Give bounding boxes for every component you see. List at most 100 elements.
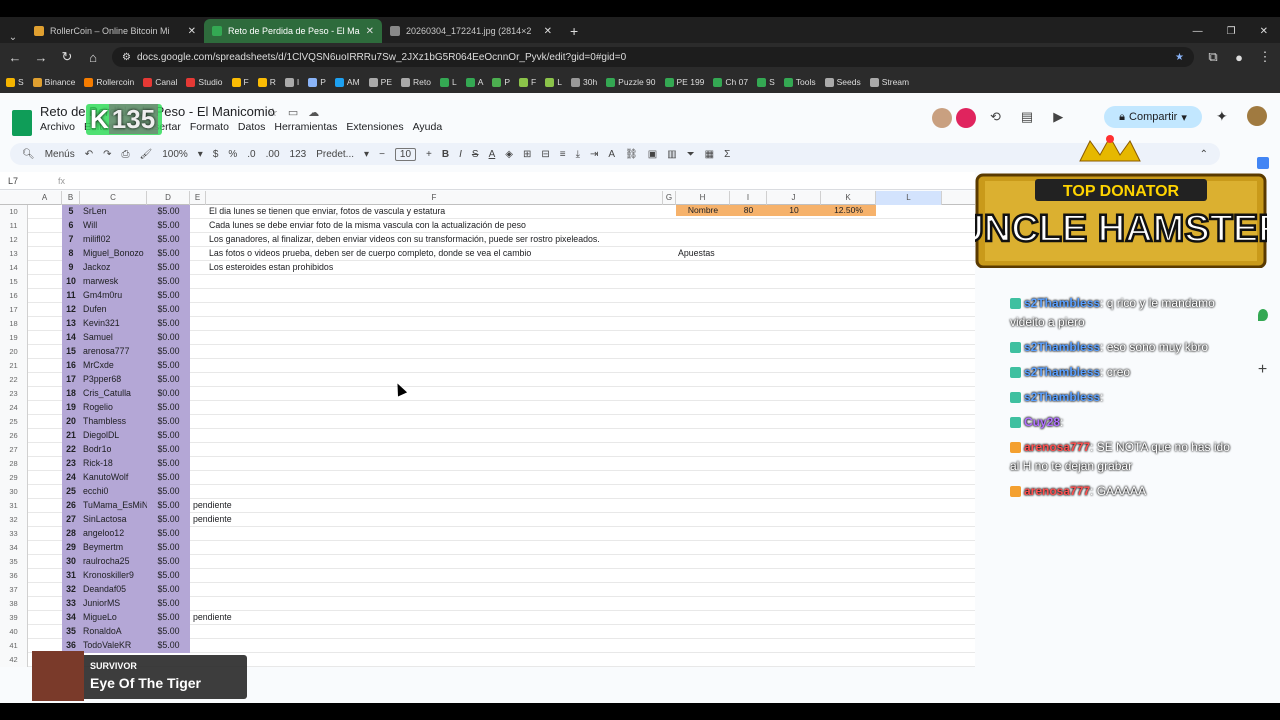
history-icon[interactable]: ⟲ (990, 109, 1001, 125)
participant-number[interactable]: 27 (62, 513, 80, 526)
collaborator-avatar[interactable] (932, 108, 952, 128)
status-cell[interactable]: pendiente (193, 611, 232, 624)
participant-name[interactable]: Cris_Catulla (80, 387, 147, 400)
participant-number[interactable]: 18 (62, 387, 80, 400)
bookmark-item[interactable]: AM (334, 77, 360, 87)
forward-icon[interactable]: → (34, 50, 48, 65)
column-header-J[interactable]: J (767, 191, 821, 205)
filter-views-icon[interactable]: ▦ (705, 149, 714, 160)
participant-amount[interactable]: $5.00 (147, 541, 190, 554)
menu-4[interactable]: Formato (190, 121, 229, 133)
add-addon-icon[interactable]: + (1256, 361, 1270, 379)
profile-icon[interactable]: ● (1232, 50, 1246, 65)
participant-amount[interactable]: $5.00 (147, 303, 190, 316)
participant-number[interactable]: 12 (62, 303, 80, 316)
participant-number[interactable]: 7 (62, 233, 80, 246)
participant-name[interactable]: DiegolDL (80, 429, 147, 442)
bookmark-item[interactable]: S (757, 77, 775, 87)
participant-amount[interactable]: $5.00 (147, 317, 190, 330)
participant-amount[interactable]: $5.00 (147, 429, 190, 442)
participant-number[interactable]: 6 (62, 219, 80, 232)
row-number[interactable]: 30 (0, 485, 28, 499)
participant-amount[interactable]: $0.00 (147, 331, 190, 344)
move-icon[interactable]: ▭ (288, 106, 298, 119)
percent-button[interactable]: % (228, 149, 237, 160)
close-icon[interactable]: ✕ (366, 26, 374, 37)
bold-icon[interactable]: B (442, 149, 449, 160)
menu-7[interactable]: Extensiones (346, 121, 403, 133)
bookmark-item[interactable]: Canal (143, 77, 177, 87)
functions-icon[interactable]: Σ (724, 149, 730, 160)
bookmark-item[interactable]: P (308, 77, 326, 87)
font-size-decrease-icon[interactable]: − (379, 149, 385, 160)
bookmark-item[interactable]: PE (368, 77, 392, 87)
participant-number[interactable]: 14 (62, 331, 80, 344)
menu-0[interactable]: Archivo (40, 121, 75, 133)
participant-name[interactable]: milifl02 (80, 233, 147, 246)
participant-number[interactable]: 21 (62, 429, 80, 442)
menu-icon[interactable]: ⋮ (1258, 49, 1272, 65)
valign-icon[interactable]: ⤓ (576, 149, 580, 160)
chevron-down-icon[interactable]: ▾ (1181, 111, 1187, 124)
window-close-icon[interactable]: ✕ (1248, 26, 1280, 43)
bookmark-item[interactable]: Rollercoin (84, 77, 134, 87)
row-number[interactable]: 22 (0, 373, 28, 387)
row-number[interactable]: 36 (0, 569, 28, 583)
participant-name[interactable]: Kevin321 (80, 317, 147, 330)
participant-name[interactable]: MigueLo (80, 611, 147, 624)
participant-name[interactable]: JuniorMS (80, 597, 147, 610)
row-number[interactable]: 16 (0, 289, 28, 303)
rule-cell[interactable]: Los ganadores, al finalizar, deben envia… (209, 233, 600, 246)
print-icon[interactable]: ⎙ (122, 149, 130, 160)
bookmark-star-icon[interactable]: ★ (1175, 52, 1184, 63)
bookmark-item[interactable]: Puzzle 90 (606, 77, 656, 87)
participant-amount[interactable]: $5.00 (147, 345, 190, 358)
participant-amount[interactable]: $0.00 (147, 387, 190, 400)
participant-number[interactable]: 17 (62, 373, 80, 386)
status-cell[interactable]: pendiente (193, 513, 232, 526)
row-number[interactable]: 26 (0, 429, 28, 443)
participant-number[interactable]: 11 (62, 289, 80, 302)
participant-amount[interactable]: $5.00 (147, 583, 190, 596)
participant-name[interactable]: raulrocha25 (80, 555, 147, 568)
participant-amount[interactable]: $5.00 (147, 499, 190, 512)
font-size-increase-icon[interactable]: + (426, 149, 432, 160)
bookmark-item[interactable]: P (492, 77, 510, 87)
participant-amount[interactable]: $5.00 (147, 275, 190, 288)
bookmark-item[interactable]: F (231, 77, 249, 87)
participant-name[interactable]: Deandaf05 (80, 583, 147, 596)
participant-name[interactable]: RonaldoA (80, 625, 147, 638)
tab-rollercoin[interactable]: RollerCoin – Online Bitcoin Mi ✕ (26, 19, 204, 43)
participant-number[interactable]: 30 (62, 555, 80, 568)
participant-amount[interactable]: $5.00 (147, 513, 190, 526)
participant-amount[interactable]: $5.00 (147, 247, 190, 260)
column-header-F[interactable]: F (206, 191, 663, 205)
participant-amount[interactable]: $5.00 (147, 373, 190, 386)
participant-amount[interactable]: $5.00 (147, 611, 190, 624)
row-number[interactable]: 40 (0, 625, 28, 639)
participant-name[interactable]: Will (80, 219, 147, 232)
column-header-L[interactable]: L (876, 191, 942, 205)
row-number[interactable]: 10 (0, 205, 28, 219)
bookmark-item[interactable]: Ch 07 (713, 77, 748, 87)
bookmark-item[interactable]: 30h (570, 77, 597, 87)
text-color-icon[interactable]: A (489, 149, 496, 160)
participant-amount[interactable]: $5.00 (147, 527, 190, 540)
participant-number[interactable]: 9 (62, 261, 80, 274)
tab-sheets[interactable]: Reto de Perdida de Peso - El Ma ✕ (204, 19, 382, 43)
participant-number[interactable]: 16 (62, 359, 80, 372)
participant-name[interactable]: P3pper68 (80, 373, 147, 386)
bookmark-item[interactable]: S (6, 77, 24, 87)
participant-amount[interactable]: $5.00 (147, 415, 190, 428)
rule-cell[interactable]: El dia lunes se tienen que enviar, fotos… (209, 205, 445, 218)
comment-icon[interactable]: ▣ (648, 149, 657, 160)
rotate-icon[interactable]: A (608, 149, 615, 160)
undo-icon[interactable]: ↶ (85, 149, 93, 160)
row-number[interactable]: 18 (0, 317, 28, 331)
participant-name[interactable]: Thambless (80, 415, 147, 428)
menu-5[interactable]: Datos (238, 121, 265, 133)
participant-number[interactable]: 10 (62, 275, 80, 288)
participant-name[interactable]: Dufen (80, 303, 147, 316)
extensions-icon[interactable]: ⧉ (1206, 49, 1220, 65)
participant-number[interactable]: 35 (62, 625, 80, 638)
